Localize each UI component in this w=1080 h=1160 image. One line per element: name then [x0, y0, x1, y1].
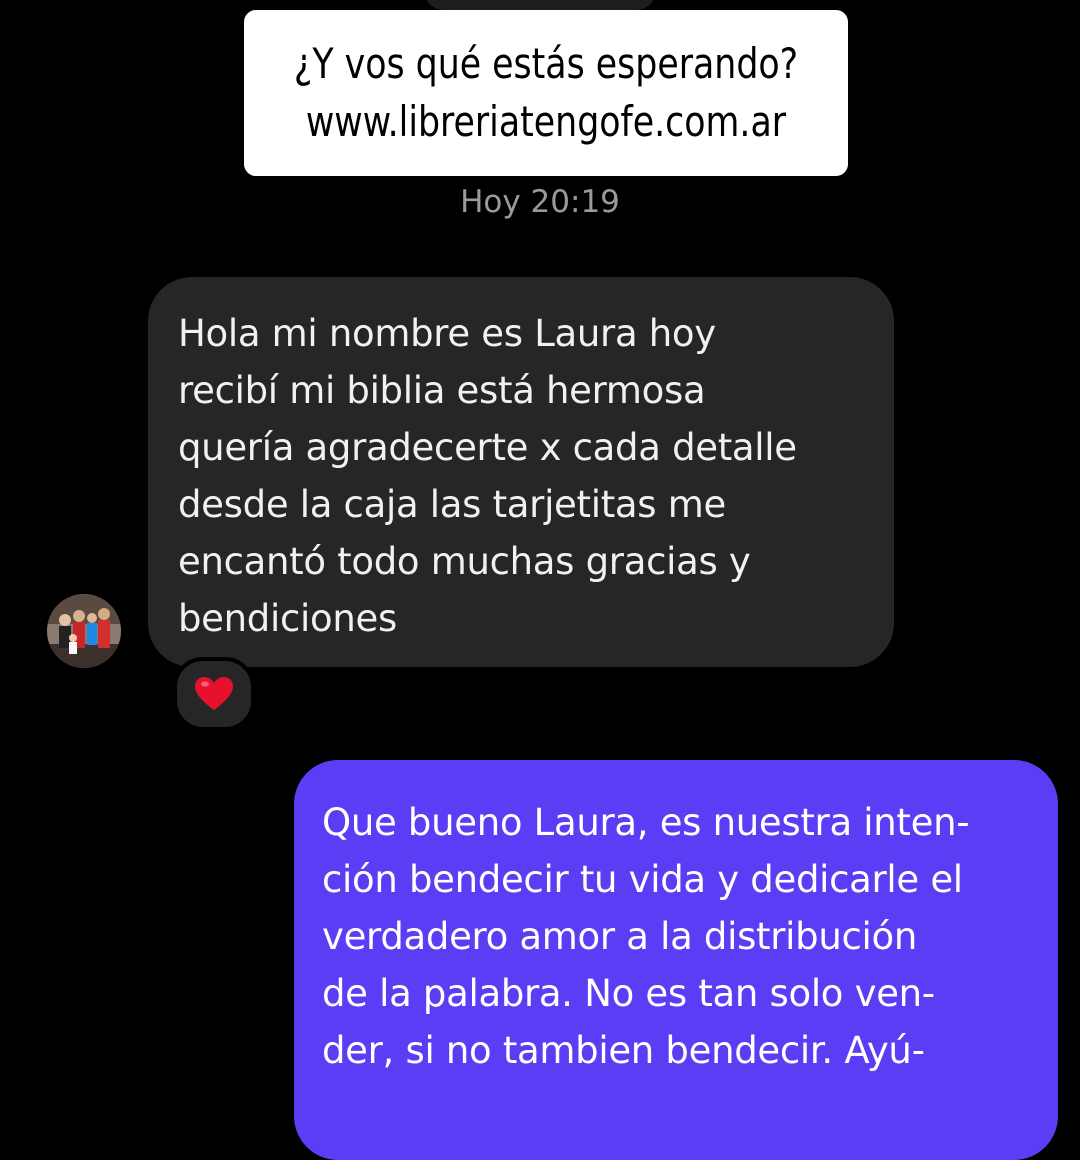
- message-text-line: recibí mi biblia está hermosa: [178, 369, 706, 412]
- message-text-line: quería agradecerte x cada detalle: [178, 426, 797, 469]
- caption-website[interactable]: www.libreriatengofe.com.ar: [306, 93, 786, 151]
- caption-banner: ¿Y vos qué estás esperando? www.libreria…: [244, 10, 848, 176]
- message-timestamp: Hoy 20:19: [460, 184, 620, 220]
- message-text-line: bendiciones: [178, 597, 397, 640]
- outgoing-message-bubble[interactable]: Que bueno Laura, es nuestra inten- ción …: [294, 760, 1058, 1160]
- incoming-message-bubble[interactable]: Hola mi nombre es Laura hoy recibí mi bi…: [148, 277, 894, 667]
- message-text-line: der, si no tambien bendecir. Ayú-: [322, 1029, 925, 1072]
- message-text-line: Que bueno Laura, es nuestra inten-: [322, 801, 970, 844]
- message-text-line: ción bendecir tu vida y dedicarle el: [322, 858, 963, 901]
- caption-line-1: ¿Y vos qué estás esperando?: [293, 39, 799, 88]
- top-handle: [424, 0, 656, 10]
- reaction-badge[interactable]: [173, 657, 255, 731]
- heart-icon: [195, 677, 233, 710]
- message-text-line: Hola mi nombre es Laura hoy: [178, 312, 716, 355]
- message-text-line: desde la caja las tarjetitas me: [178, 483, 726, 526]
- message-text-line: encantó todo muchas gracias y: [178, 540, 751, 583]
- sender-avatar[interactable]: [47, 594, 121, 668]
- message-text-line: verdadero amor a la distribución: [322, 915, 917, 958]
- message-text-line: de la palabra. No es tan solo ven-: [322, 972, 935, 1015]
- avatar-icon: [47, 594, 121, 668]
